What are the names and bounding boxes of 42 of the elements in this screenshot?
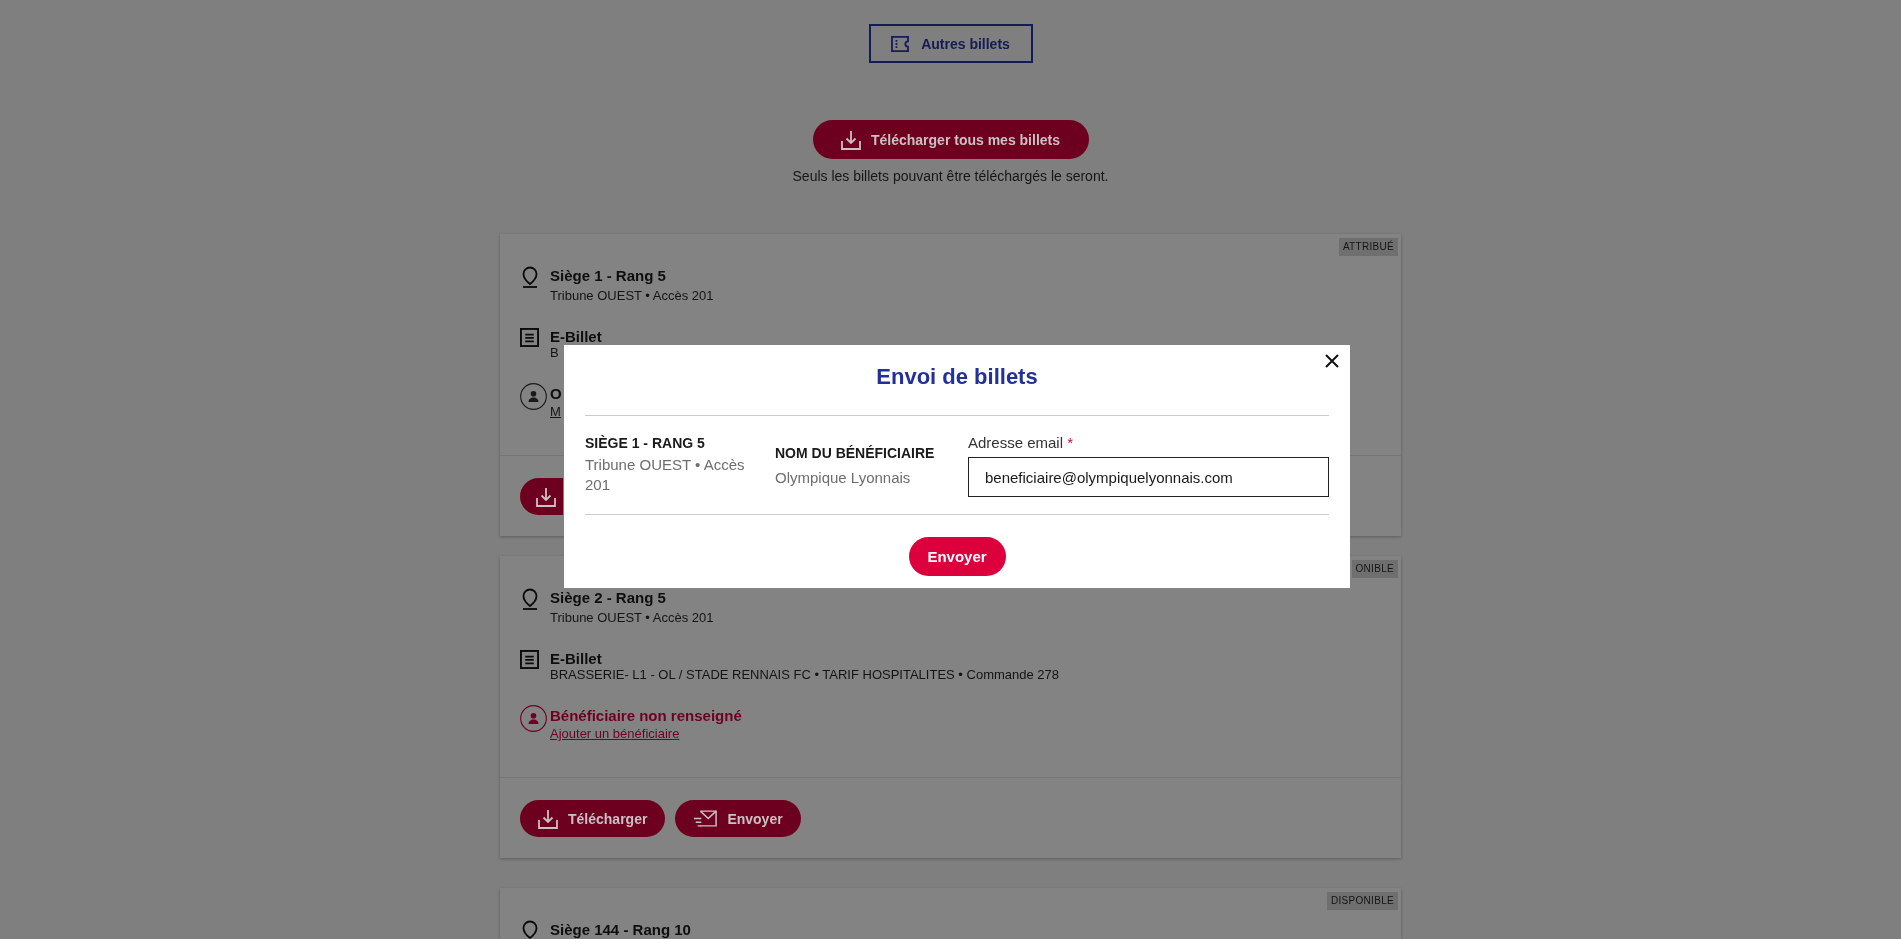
download-all-button[interactable]: Télécharger tous mes billets: [812, 120, 1089, 159]
download-button[interactable]: Télécharger: [520, 800, 666, 837]
beneficiary-name: O: [550, 386, 562, 402]
beneficiary-value: Olympique Lyonnais: [775, 467, 911, 488]
ticket-detail: BRASSERIE- L1 - OL / STADE RENNAIS FC • TARIF HOSPITALITES • Commande 278: [550, 667, 1060, 683]
location-pin-icon: [520, 588, 540, 610]
beneficiary-heading: NOM DU BÉNÉFICIAIRE: [775, 443, 935, 462]
send-button[interactable]: Envoyer: [675, 800, 801, 837]
other-tickets-button[interactable]: Autres billets: [868, 24, 1033, 63]
modal-title: Envoi de billets: [875, 363, 1039, 391]
document-icon: [520, 650, 539, 669]
ticket-icon: [891, 35, 910, 52]
close-icon[interactable]: [1325, 354, 1339, 368]
beneficiary-name: Bénéficiaire non renseigné: [550, 708, 742, 724]
user-icon: [520, 383, 547, 410]
seat-heading: SIÈGE 1 - RANG 5: [585, 434, 705, 452]
beneficiary-link[interactable]: M: [550, 404, 561, 420]
location-pin-icon: [520, 266, 540, 288]
email-input[interactable]: beneficiaire@olympiquelyonnais.com: [968, 457, 1329, 497]
send-button[interactable]: Envoyer: [908, 537, 1006, 576]
status-badge: DISPONIBLE: [1326, 892, 1398, 910]
location-text: Tribune OUEST • Accès 201: [550, 610, 714, 626]
envelope-icon: [693, 809, 718, 828]
ticket-type: E-Billet: [550, 329, 602, 345]
email-label: Adresse email *: [968, 434, 1074, 452]
download-button[interactable]: [520, 478, 563, 515]
document-icon: [520, 328, 539, 347]
download-icon: [536, 486, 556, 507]
status-badge: ATTRIBUÉ: [1338, 238, 1398, 256]
ticket-detail: B: [550, 345, 559, 361]
location-pin-icon: [520, 920, 540, 939]
seat-label: Siège 144 - Rang 10: [550, 922, 691, 938]
seat-label: Siège 1 - Rang 5: [550, 268, 666, 284]
download-note: Seuls les billets pouvant être téléchargés le seront.: [792, 168, 1109, 184]
seat-label: Siège 2 - Rang 5: [550, 590, 666, 606]
seat-location: Tribune OUEST • Accès 201: [585, 455, 746, 495]
download-icon: [840, 129, 861, 150]
download-icon: [538, 808, 558, 829]
location-text: Tribune OUEST • Accès 201: [550, 288, 714, 304]
ticket-type: E-Billet: [550, 651, 602, 667]
user-icon: [520, 705, 547, 732]
status-badge: ONIBLE: [1351, 560, 1398, 578]
